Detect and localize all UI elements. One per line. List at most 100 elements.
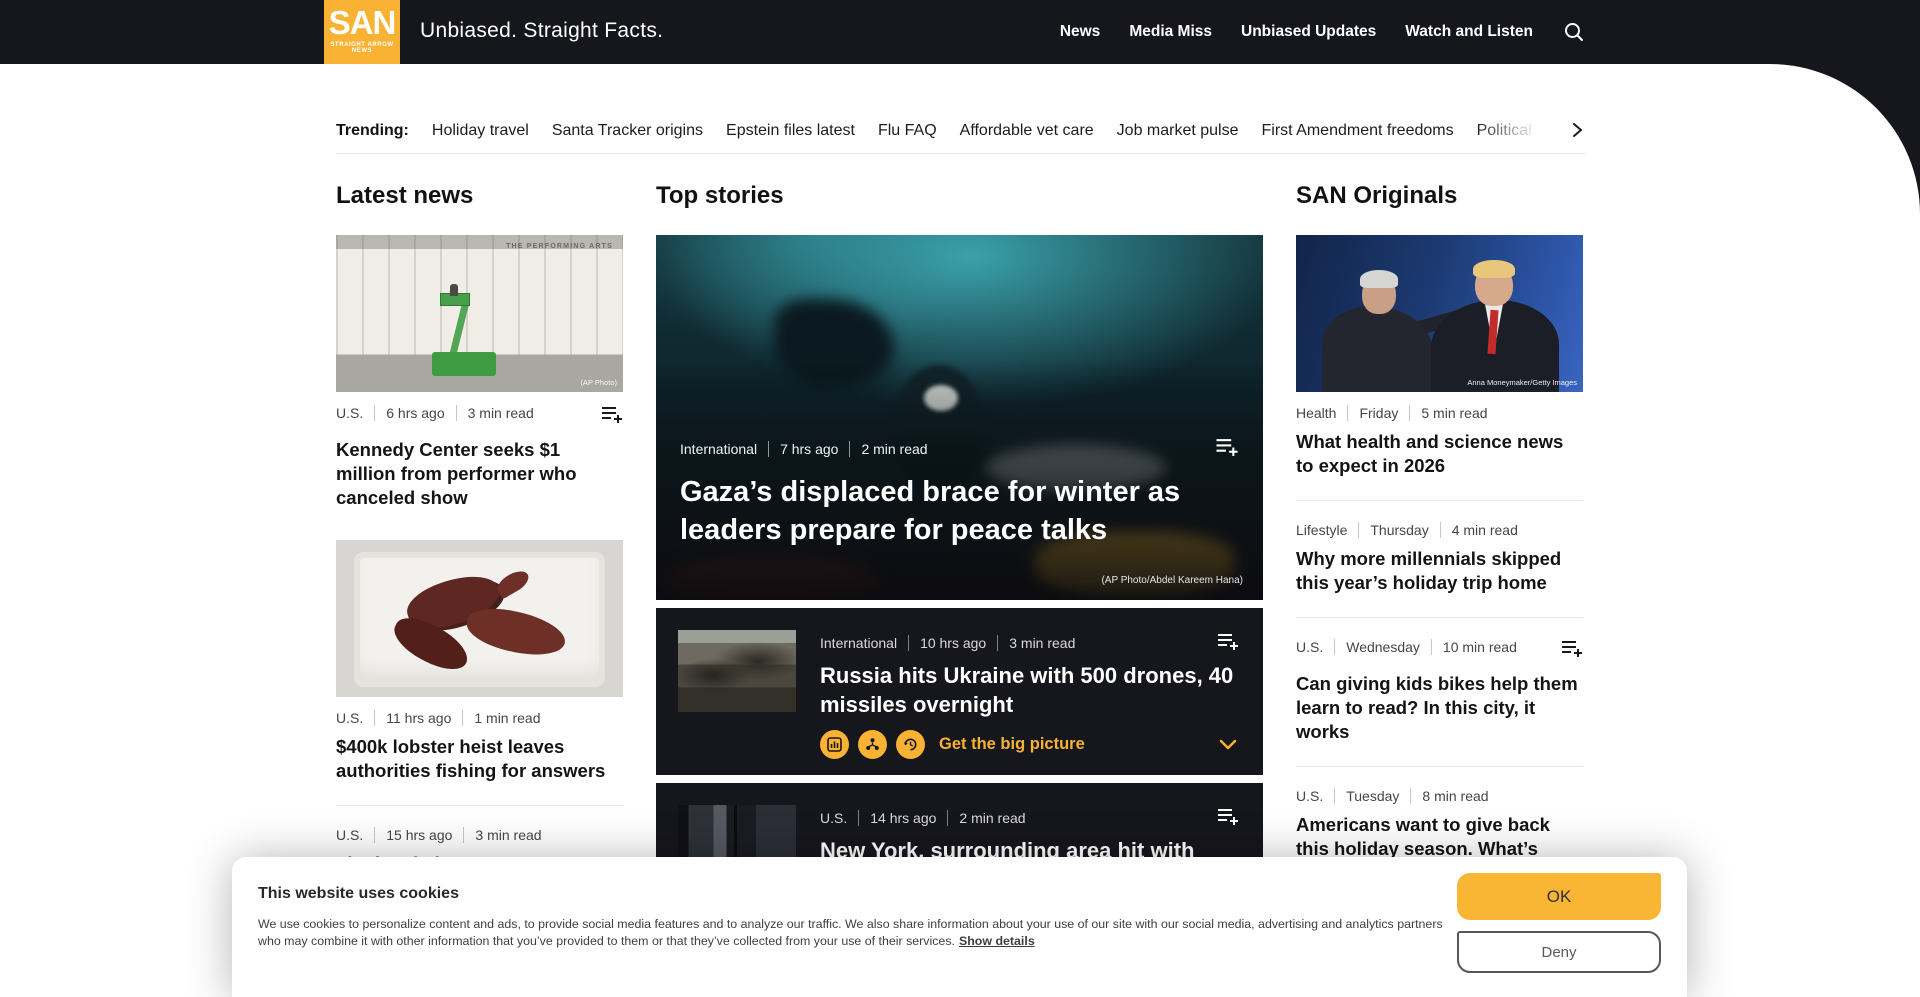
show-details-link[interactable]: Show details <box>959 934 1035 948</box>
latest-news-section: Latest news THE PERFORMING ARTS (AP Phot… <box>336 182 623 954</box>
get-the-big-picture-row[interactable]: Get the big picture <box>820 730 1085 759</box>
trending-item-vet-care[interactable]: Affordable vet care <box>960 122 1094 140</box>
san-logo[interactable]: SAN STRAIGHT ARROW NEWS <box>324 0 400 64</box>
originals-image[interactable]: Anna Moneymaker/Getty Images <box>1296 235 1583 392</box>
timestamp: Thursday <box>1358 522 1428 538</box>
read-time: 2 min read <box>947 810 1025 826</box>
big-picture-label[interactable]: Get the big picture <box>939 735 1085 754</box>
hero-story-gaza[interactable]: International 7 hrs ago 2 min read Gaza’… <box>656 235 1263 600</box>
read-time: 8 min read <box>1410 788 1488 804</box>
timestamp: 14 hrs ago <box>858 810 936 826</box>
cookie-consent-banner: This website uses cookies We use cookies… <box>232 857 1687 997</box>
card-title[interactable]: Russia hits Ukraine with 500 drones, 40 … <box>820 661 1240 719</box>
article-title[interactable]: Why more millennials skipped this year’s… <box>1296 547 1583 595</box>
cookie-body-text: We use cookies to personalize content an… <box>258 917 1443 948</box>
category-label: U.S. <box>820 810 847 826</box>
lobster-image[interactable] <box>336 540 623 697</box>
read-time: 1 min read <box>462 710 540 726</box>
nav-unbiased-updates[interactable]: Unbiased Updates <box>1241 23 1376 41</box>
cookie-deny-button[interactable]: Deny <box>1457 931 1661 973</box>
article-meta: U.S. 11 hrs ago 1 min read <box>336 710 541 726</box>
worker-figure <box>450 284 458 296</box>
san-originals-section: SAN Originals Anna Moneymaker/Getty Imag… <box>1296 182 1583 959</box>
timestamp: 6 hrs ago <box>374 405 444 421</box>
chevron-right-icon[interactable] <box>1568 121 1586 144</box>
timestamp: Friday <box>1347 405 1398 421</box>
category-label: U.S. <box>1296 788 1323 804</box>
trending-item-epstein-files[interactable]: Epstein files latest <box>726 122 855 140</box>
photo-credit: Anna Moneymaker/Getty Images <box>1467 378 1577 387</box>
cookie-banner-body: We use cookies to personalize content an… <box>258 916 1448 950</box>
boom-lift-arm <box>450 302 469 354</box>
read-time: 3 min read <box>463 827 541 843</box>
cookie-ok-button[interactable]: OK <box>1457 873 1661 920</box>
trending-item-job-market[interactable]: Job market pulse <box>1117 122 1239 140</box>
latest-article-lobster[interactable]: U.S. 11 hrs ago 1 min read $400k lobster… <box>336 540 623 783</box>
article-meta: U.S. Tuesday 8 min read <box>1296 788 1489 804</box>
photo-credit: (AP Photo) <box>580 378 617 387</box>
divider <box>1296 617 1583 618</box>
top-stories-heading: Top stories <box>656 182 1263 210</box>
left-figure-hair <box>1360 270 1398 288</box>
nav-news[interactable]: News <box>1060 23 1101 41</box>
trending-item-santa-tracker[interactable]: Santa Tracker origins <box>552 122 703 140</box>
article-meta: Lifestyle Thursday 4 min read <box>1296 522 1518 538</box>
trending-bar: Trending: Holiday travel Santa Tracker o… <box>336 108 1586 154</box>
playlist-add-icon[interactable] <box>1217 807 1239 831</box>
category-label: Lifestyle <box>1296 522 1347 538</box>
left-figure-suit <box>1322 306 1434 392</box>
trending-item-holiday-travel[interactable]: Holiday travel <box>432 122 529 140</box>
site-tagline: Unbiased. Straight Facts. <box>420 19 663 43</box>
category-label: International <box>680 441 757 457</box>
people-network-icon[interactable] <box>858 730 887 759</box>
primary-nav: News Media Miss Unbiased Updates Watch a… <box>1060 0 1586 64</box>
category-label: U.S. <box>336 405 363 421</box>
nav-media-miss[interactable]: Media Miss <box>1129 23 1212 41</box>
chevron-down-icon[interactable] <box>1219 738 1237 756</box>
building-engraving-text: THE PERFORMING ARTS <box>506 243 613 250</box>
card-meta: International 10 hrs ago 3 min read <box>820 635 1075 651</box>
playlist-add-icon[interactable] <box>1217 632 1239 656</box>
logo-subtext: STRAIGHT ARROW NEWS <box>324 42 400 54</box>
search-icon[interactable] <box>1562 20 1586 44</box>
story-card-russia-ukraine[interactable]: International 10 hrs ago 3 min read Russ… <box>656 608 1263 775</box>
category-label: Health <box>1296 405 1336 421</box>
bar-chart-icon[interactable] <box>820 730 849 759</box>
nav-watch-and-listen[interactable]: Watch and Listen <box>1405 23 1533 41</box>
timestamp: Tuesday <box>1334 788 1399 804</box>
rounded-corner-decoration <box>1770 64 1920 214</box>
trending-item-political[interactable]: Political <box>1477 122 1532 140</box>
trending-label: Trending: <box>336 122 409 140</box>
article-meta: Health Friday 5 min read <box>1296 405 1488 421</box>
article-meta: U.S. 15 hrs ago 3 min read <box>336 827 542 843</box>
category-label: International <box>820 635 897 651</box>
kennedy-center-image[interactable]: THE PERFORMING ARTS (AP Photo) <box>336 235 623 392</box>
boom-lift-base <box>432 352 496 376</box>
timestamp: 7 hrs ago <box>768 441 838 457</box>
divider <box>336 805 623 806</box>
history-clock-icon[interactable] <box>896 730 925 759</box>
article-title[interactable]: $400k lobster heist leaves authorities f… <box>336 735 623 783</box>
originals-article-kids-bikes[interactable]: U.S. Wednesday 10 min read Can giving ki… <box>1296 639 1583 744</box>
russia-strike-image[interactable] <box>678 630 796 712</box>
read-time: 3 min read <box>997 635 1075 651</box>
originals-article-millennials[interactable]: Lifestyle Thursday 4 min read Why more m… <box>1296 522 1583 595</box>
photo-credit: (AP Photo/Abdel Kareem Hana) <box>1101 575 1243 586</box>
playlist-add-icon[interactable] <box>1561 639 1583 663</box>
article-title[interactable]: Can giving kids bikes help them learn to… <box>1296 672 1583 744</box>
playlist-add-icon[interactable] <box>601 405 623 429</box>
hero-meta: International 7 hrs ago 2 min read <box>680 441 928 457</box>
latest-article-kennedy[interactable]: THE PERFORMING ARTS (AP Photo) U.S. 6 hr… <box>336 235 623 510</box>
article-title[interactable]: Kennedy Center seeks $1 million from per… <box>336 438 623 510</box>
timestamp: 11 hrs ago <box>374 710 451 726</box>
article-meta: U.S. 6 hrs ago 3 min read <box>336 405 534 421</box>
trending-item-flu-faq[interactable]: Flu FAQ <box>878 122 937 140</box>
category-label: U.S. <box>336 827 363 843</box>
latest-news-heading: Latest news <box>336 182 623 210</box>
playlist-add-icon[interactable] <box>1215 437 1239 462</box>
card-meta: U.S. 14 hrs ago 2 min read <box>820 810 1026 826</box>
hero-title[interactable]: Gaza’s displaced brace for winter as lea… <box>680 473 1230 549</box>
trending-item-first-amendment[interactable]: First Amendment freedoms <box>1262 122 1454 140</box>
originals-article-health-science[interactable]: Anna Moneymaker/Getty Images Health Frid… <box>1296 235 1583 478</box>
article-title[interactable]: What health and science news to expect i… <box>1296 430 1583 478</box>
